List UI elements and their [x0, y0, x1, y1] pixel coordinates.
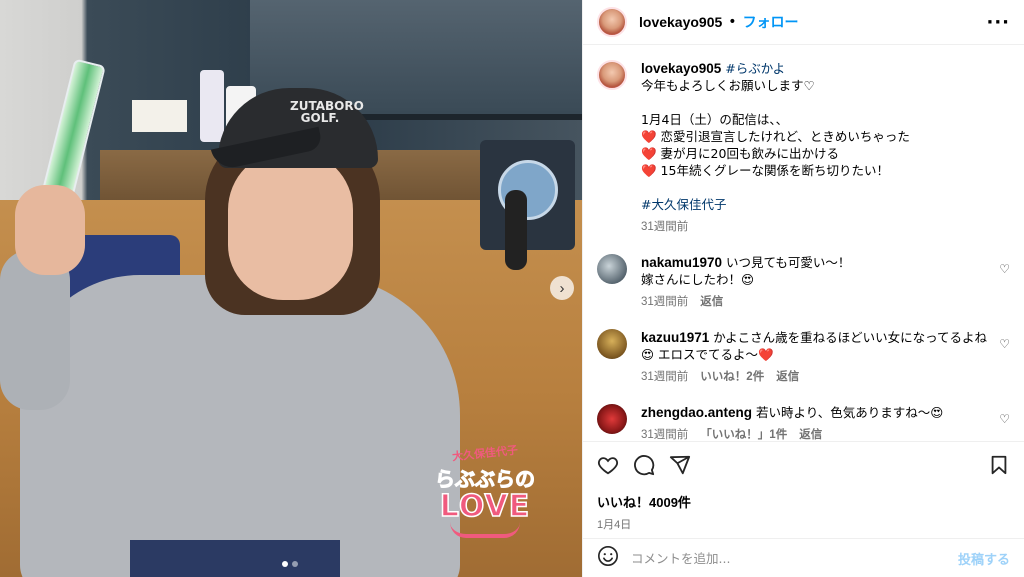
bookmark-icon[interactable]	[988, 454, 1010, 476]
caption-line	[641, 179, 1010, 196]
commenter-avatar[interactable]	[597, 254, 627, 284]
carousel-dots	[282, 561, 298, 567]
post-comment-button[interactable]: 投稿する	[958, 549, 1010, 568]
heart-icon[interactable]	[597, 454, 619, 476]
comment-icon[interactable]	[633, 454, 655, 476]
caption-time: 31週間前	[641, 221, 689, 233]
comments-scroll[interactable]: lovekayo905 #らぶかよ 今年もよろしくお願いします♡ 1月4日（土）…	[583, 46, 1024, 441]
caption-line: 今年もよろしくお願いします♡	[641, 78, 815, 93]
cap-logo: ZUTABORO GOLF.	[290, 99, 364, 125]
caption-line: ❤️ 妻が月に20回も飲みに出かける	[641, 146, 839, 161]
caption-line	[641, 94, 1010, 111]
comment-text: 😍 エロスでてるよ〜❤️	[641, 347, 774, 362]
comment-text: 嫁さんにしたわ！😍	[641, 272, 755, 287]
heart-icon[interactable]: ♡	[999, 337, 1010, 351]
comment-item: zhengdao.anteng 若い時より、色気ありますね〜😍 31週間前 「い…	[597, 404, 1010, 441]
desk-sign	[132, 100, 187, 132]
follow-button[interactable]: フォロー	[743, 12, 799, 32]
post-panel: lovekayo905 • フォロー ··· lovekayo905 #らぶかよ…	[582, 0, 1024, 577]
caption-username[interactable]: lovekayo905	[641, 61, 721, 76]
heart-icon[interactable]: ♡	[999, 412, 1010, 426]
comment-time: 31週間前	[641, 371, 689, 383]
post-header: lovekayo905 • フォロー ···	[583, 0, 1024, 45]
comment-username[interactable]: kazuu1971	[641, 330, 709, 345]
comment-text: いつ見ても可愛い〜！	[726, 255, 851, 270]
person-sweatshirt	[20, 275, 460, 577]
person-face	[228, 150, 353, 300]
username-link[interactable]: lovekayo905	[639, 14, 722, 30]
comment-username[interactable]: zhengdao.anteng	[641, 405, 752, 420]
post-image[interactable]: ZUTABORO GOLF. 大久保佳代子 らぶぶらの LOVE ›	[0, 0, 582, 577]
caption: lovekayo905 #らぶかよ 今年もよろしくお願いします♡ 1月4日（土）…	[597, 60, 1010, 236]
post-date: 1月4日	[597, 519, 632, 531]
reply-button[interactable]: 返信	[776, 369, 799, 386]
avatar[interactable]	[597, 60, 627, 90]
jeans	[130, 540, 340, 577]
show-logo: 大久保佳代子 らぶぶらの LOVE	[420, 444, 550, 555]
comment-username[interactable]: nakamu1970	[641, 255, 722, 270]
commenter-avatar[interactable]	[597, 404, 627, 434]
carousel-dot	[292, 561, 298, 567]
commenter-avatar[interactable]	[597, 329, 627, 359]
comment-time: 31週間前	[641, 429, 689, 441]
caption-line: 1月4日（土）の配信は、、	[641, 112, 789, 127]
separator: •	[728, 14, 737, 30]
comment-item: nakamu1970 いつ見ても可愛い〜！ 嫁さんにしたわ！😍 31週間前 返信…	[597, 254, 1010, 311]
post-actions: いいね！4009件 1月4日	[583, 441, 1024, 532]
reply-button[interactable]: 返信	[799, 427, 822, 441]
hashtag-link[interactable]: #らぶかよ	[725, 61, 785, 76]
studio-clock	[480, 140, 575, 250]
comment-time: 31週間前	[641, 296, 689, 308]
carousel-dot-active	[282, 561, 288, 567]
person-hand	[15, 185, 85, 275]
comment-text: かよこさん歳を重ねるほどいい女になってるよね	[713, 330, 988, 345]
likes-count[interactable]: いいね！4009件	[597, 492, 1010, 511]
chevron-right-icon: ›	[559, 279, 565, 297]
comment-text: 若い時より、色気ありますね〜😍	[755, 405, 944, 420]
caption-line: ❤️ 恋愛引退宣言したけれど、ときめいちゃった	[641, 129, 910, 144]
sanitizer-bottle	[200, 70, 224, 142]
comment-input[interactable]	[631, 550, 958, 566]
comment-item: kazuu1971 かよこさん歳を重ねるほどいい女になってるよね 😍 エロスでて…	[597, 329, 1010, 386]
comment-likes-button[interactable]: 「いいね！」1件	[700, 427, 787, 441]
heart-icon[interactable]: ♡	[999, 262, 1010, 276]
add-comment-bar: 投稿する	[583, 538, 1024, 577]
hashtag-link[interactable]: #大久保佳代子	[641, 196, 1010, 213]
avatar[interactable]	[597, 7, 627, 37]
reply-button[interactable]: 返信	[700, 294, 723, 311]
next-image-button[interactable]: ›	[550, 276, 574, 300]
comment-likes-button[interactable]: いいね！2件	[700, 369, 764, 386]
emoji-icon[interactable]	[597, 545, 619, 571]
microphone	[505, 190, 527, 270]
share-icon[interactable]	[669, 454, 691, 476]
more-icon[interactable]: ···	[986, 12, 1010, 33]
caption-line: ❤️ 15年続くグレーな関係を断ち切りたい！	[641, 163, 889, 178]
